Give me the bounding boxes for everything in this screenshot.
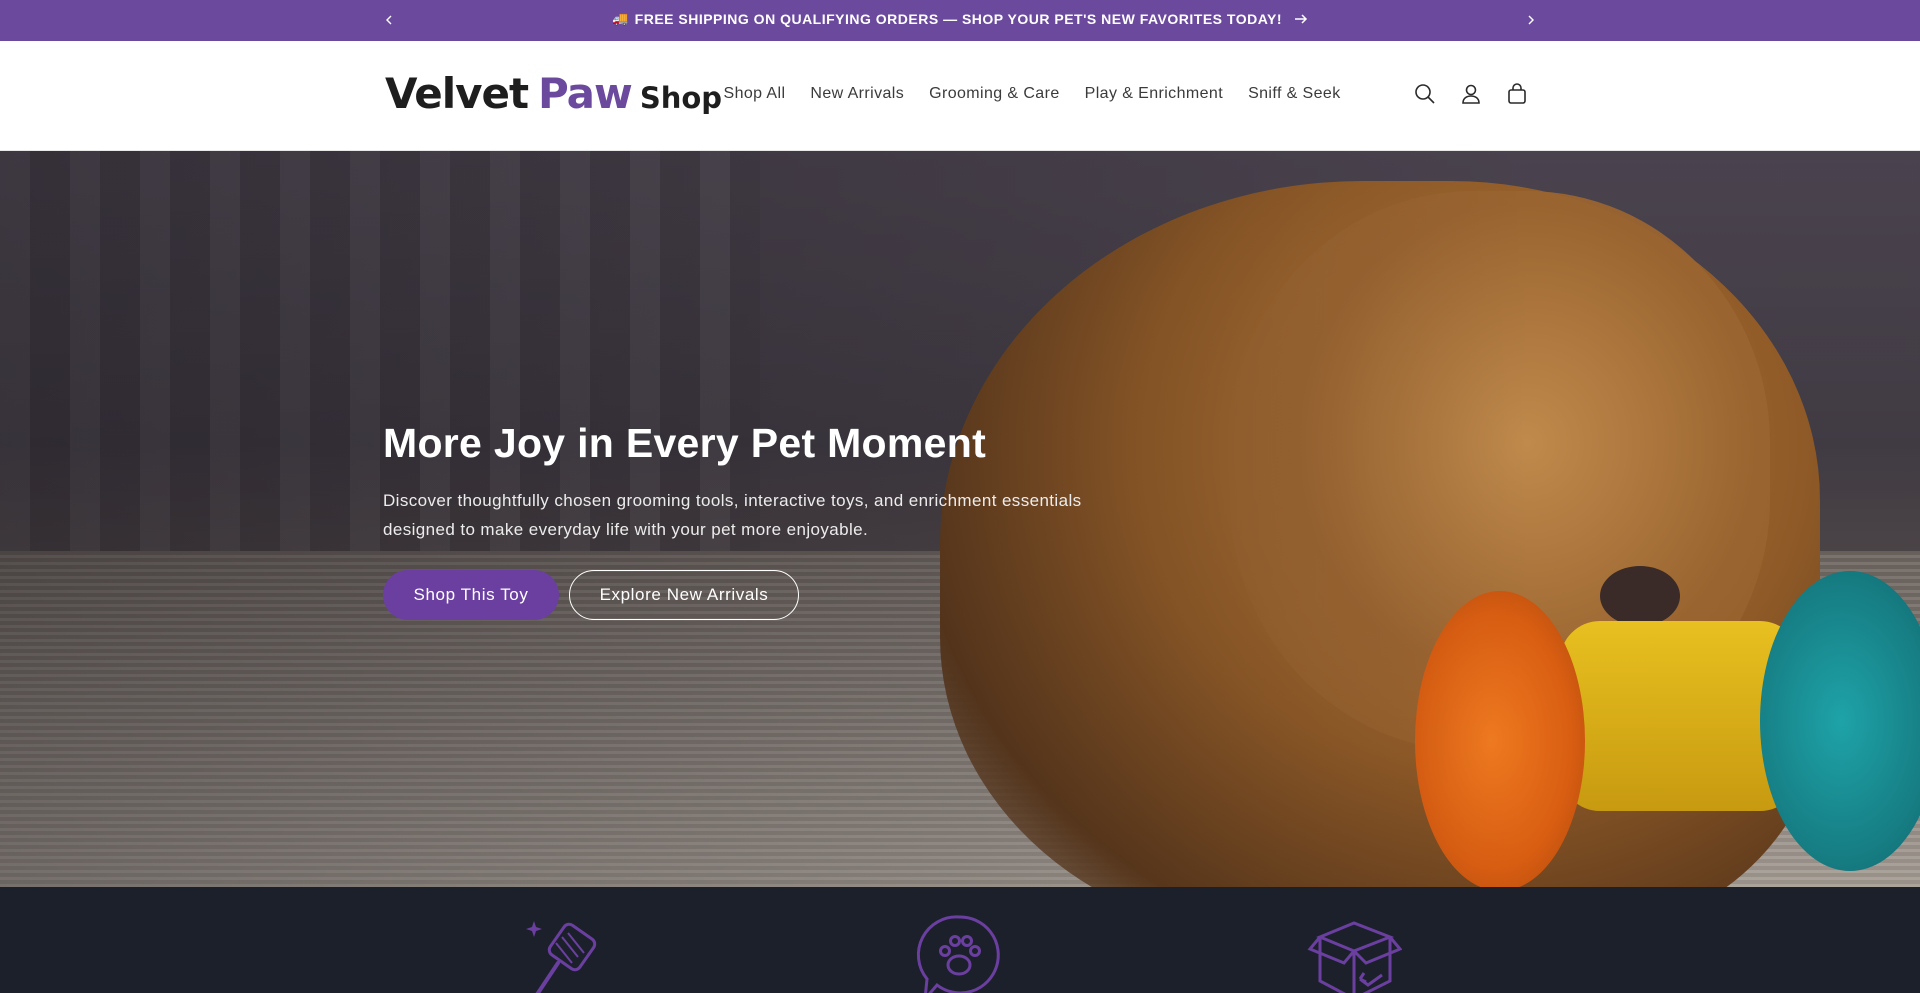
feature-band [0,887,1920,993]
feature-grooming [520,909,616,993]
logo-word-shop: Shop [639,81,723,115]
hero-title: More Joy in Every Pet Moment [383,420,987,466]
hero-buttons: Shop This Toy Explore New Arrivals [383,570,1143,621]
search-icon [1415,84,1435,104]
announcement-text: FREE SHIPPING ON QUALIFYING ORDERS — SHO… [634,11,1283,27]
shop-this-toy-button[interactable]: Shop This Toy [383,570,559,621]
announcement-next-button[interactable] [1519,8,1543,32]
nav-shop-all[interactable]: Shop All [711,85,798,103]
header-icons [1412,81,1530,107]
main-nav: Shop All New Arrivals Grooming & Care Pl… [711,85,1353,103]
announcement-message[interactable]: 🚚 FREE SHIPPING ON QUALIFYING ORDERS — S… [0,11,1920,27]
grooming-brush-icon [526,921,597,993]
nav-new-arrivals[interactable]: New Arrivals [798,85,917,103]
chevron-right-icon [1528,15,1534,25]
hero-subtitle: Discover thoughtfully chosen grooming to… [383,491,1082,540]
hero-banner: More Joy in Every Pet Moment Discover th… [0,151,1920,887]
nav-play-enrichment[interactable]: Play & Enrichment [1072,85,1235,103]
paw-chat-icon [916,915,1000,993]
truck-icon: 🚚 [611,11,629,26]
hero-content: More Joy in Every Pet Moment Discover th… [383,420,1143,621]
nav-grooming-care[interactable]: Grooming & Care [917,85,1073,103]
announcement-bar: 🚚 FREE SHIPPING ON QUALIFYING ORDERS — S… [0,0,1920,41]
explore-new-arrivals-button[interactable]: Explore New Arrivals [569,570,799,621]
logo-word-velvet: Velvet [385,69,529,118]
site-header: Velvet Paw Shop Shop All New Arrivals Gr… [0,41,1920,151]
return-box-icon [1307,921,1403,993]
logo-word-paw: Paw [538,69,633,118]
feature-returns [1306,909,1403,993]
nav-sniff-seek[interactable]: Sniff & Seek [1236,85,1354,103]
account-button[interactable] [1458,81,1484,107]
cart-icon [1508,83,1526,104]
arrow-right-icon [1294,13,1308,25]
search-button[interactable] [1412,81,1438,107]
cart-button[interactable] [1504,81,1530,107]
site-logo[interactable]: Velvet Paw Shop [385,69,722,119]
feature-support [911,909,1007,993]
account-icon [1462,84,1480,104]
